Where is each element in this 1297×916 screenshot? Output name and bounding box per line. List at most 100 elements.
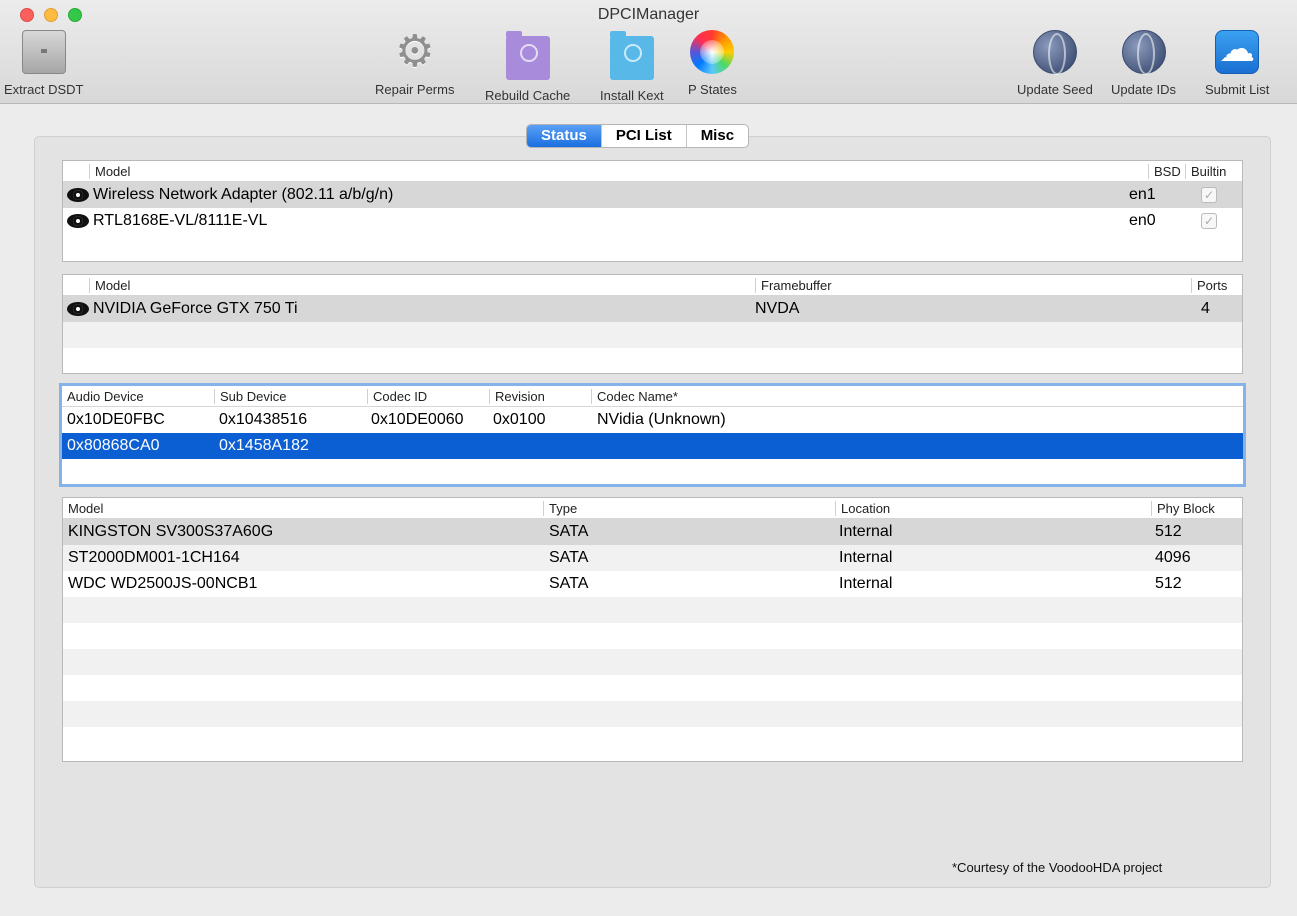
network-model: RTL8168E-VL/8111E-VL xyxy=(93,212,268,229)
disk-location: Internal xyxy=(839,523,893,540)
install-kext-label: Install Kext xyxy=(600,88,664,103)
table-row[interactable]: ST2000DM001-1CH164 SATA Internal 4096 xyxy=(63,545,1242,571)
update-ids-label: Update IDs xyxy=(1111,82,1177,97)
install-kext-button[interactable]: Install Kext xyxy=(600,30,664,103)
tab-pci-list[interactable]: PCI List xyxy=(602,125,687,147)
table-row-selected[interactable]: 0x80868CA0 0x1458A182 xyxy=(62,433,1243,459)
table-header: Model Type Location Phy Block xyxy=(63,498,1242,519)
column-header-type[interactable]: Type xyxy=(543,501,577,516)
network-table[interactable]: Model BSD Builtin Wireless Network Adapt… xyxy=(62,160,1243,262)
column-header-model[interactable]: Model xyxy=(89,164,130,179)
column-header-phy-block[interactable]: Phy Block xyxy=(1151,501,1215,516)
extract-dsdt-label: Extract DSDT xyxy=(4,82,84,97)
table-row[interactable]: 0x10DE0FBC 0x10438516 0x10DE0060 0x0100 … xyxy=(62,407,1243,433)
eye-icon[interactable] xyxy=(67,302,89,316)
cloud-icon xyxy=(1215,29,1260,74)
column-header-location[interactable]: Location xyxy=(835,501,890,516)
graphics-table[interactable]: Model Framebuffer Ports NVIDIA GeForce G… xyxy=(62,274,1243,374)
disk-model: WDC WD2500JS-00NCB1 xyxy=(68,575,258,592)
eye-icon[interactable] xyxy=(67,214,89,228)
table-row[interactable]: KINGSTON SV300S37A60G SATA Internal 512 xyxy=(63,519,1242,545)
window-toolbar: DPCIManager Extract DSDT ⚙ Repair Perms … xyxy=(0,0,1297,104)
column-header-builtin[interactable]: Builtin xyxy=(1185,164,1226,179)
mac-pro-icon xyxy=(21,30,66,74)
column-header-ports[interactable]: Ports xyxy=(1191,278,1227,293)
network-bsd: en1 xyxy=(1129,186,1156,203)
tab-status[interactable]: Status xyxy=(527,125,602,147)
empty-row xyxy=(63,649,1242,675)
color-wheel-icon xyxy=(690,30,735,74)
column-header-codec-id[interactable]: Codec ID xyxy=(367,389,427,404)
folder-icon xyxy=(505,31,550,80)
column-header-model[interactable]: Model xyxy=(63,501,103,516)
column-header-revision[interactable]: Revision xyxy=(489,389,545,404)
disk-model: KINGSTON SV300S37A60G xyxy=(68,523,274,540)
network-model: Wireless Network Adapter (802.11 a/b/g/n… xyxy=(93,186,394,203)
disk-location: Internal xyxy=(839,575,893,592)
audio-sub-device: 0x1458A182 xyxy=(219,437,309,454)
table-row[interactable]: NVIDIA GeForce GTX 750 Ti NVDA 4 xyxy=(63,296,1242,322)
empty-row xyxy=(63,675,1242,701)
table-header: Model BSD Builtin xyxy=(63,161,1242,182)
p-states-label: P States xyxy=(688,82,737,97)
empty-row xyxy=(63,322,1242,348)
empty-row xyxy=(63,623,1242,649)
table-row[interactable]: RTL8168E-VL/8111E-VL en0 ✓ xyxy=(63,208,1242,234)
column-header-codec-name[interactable]: Codec Name* xyxy=(591,389,678,404)
disk-type: SATA xyxy=(549,523,589,540)
update-seed-button[interactable]: Update Seed xyxy=(1017,30,1093,97)
p-states-button[interactable]: P States xyxy=(688,30,737,97)
disk-model: ST2000DM001-1CH164 xyxy=(68,549,240,566)
update-ids-button[interactable]: Update IDs xyxy=(1111,30,1176,97)
rebuild-cache-button[interactable]: Rebuild Cache xyxy=(485,30,570,103)
network-bsd: en0 xyxy=(1129,212,1156,229)
column-header-sub-device[interactable]: Sub Device xyxy=(214,389,286,404)
audio-codec-name: NVidia (Unknown) xyxy=(597,411,726,428)
column-header-framebuffer[interactable]: Framebuffer xyxy=(755,278,832,293)
voodoohda-credit: *Courtesy of the VoodooHDA project xyxy=(952,860,1163,875)
audio-sub-device: 0x10438516 xyxy=(219,411,308,428)
column-header-model[interactable]: Model xyxy=(89,278,130,293)
column-header-bsd[interactable]: BSD xyxy=(1148,164,1181,179)
view-tabs: Status PCI List Misc xyxy=(526,124,750,148)
folder-icon xyxy=(609,31,654,80)
builtin-checkbox[interactable]: ✓ xyxy=(1201,187,1217,203)
repair-perms-label: Repair Perms xyxy=(375,82,455,97)
audio-device: 0x10DE0FBC xyxy=(67,411,165,428)
eye-icon[interactable] xyxy=(67,188,89,202)
empty-row xyxy=(63,701,1242,727)
gear-icon: ⚙ xyxy=(395,27,435,76)
globe-icon xyxy=(1032,30,1077,75)
disk-location: Internal xyxy=(839,549,893,566)
tab-misc[interactable]: Misc xyxy=(687,125,748,147)
extract-dsdt-button[interactable]: Extract DSDT xyxy=(4,30,83,97)
empty-row xyxy=(63,727,1242,753)
table-header: Audio Device Sub Device Codec ID Revisio… xyxy=(62,386,1243,407)
repair-perms-button[interactable]: ⚙ Repair Perms xyxy=(375,27,455,98)
column-header-audio-device[interactable]: Audio Device xyxy=(62,389,144,404)
audio-revision: 0x0100 xyxy=(493,411,546,428)
gpu-model: NVIDIA GeForce GTX 750 Ti xyxy=(93,300,298,317)
empty-row xyxy=(63,597,1242,623)
audio-codec-id: 0x10DE0060 xyxy=(371,411,464,428)
builtin-checkbox[interactable]: ✓ xyxy=(1201,213,1217,229)
gpu-ports: 4 xyxy=(1201,300,1210,317)
disk-phy-block: 512 xyxy=(1155,523,1182,540)
submit-list-label: Submit List xyxy=(1205,82,1270,97)
update-seed-label: Update Seed xyxy=(1017,82,1093,97)
disk-phy-block: 4096 xyxy=(1155,549,1191,566)
storage-table[interactable]: Model Type Location Phy Block KINGSTON S… xyxy=(62,497,1243,762)
table-row[interactable]: Wireless Network Adapter (802.11 a/b/g/n… xyxy=(63,182,1242,208)
audio-device: 0x80868CA0 xyxy=(67,437,160,454)
audio-table[interactable]: Audio Device Sub Device Codec ID Revisio… xyxy=(59,383,1246,487)
rebuild-cache-label: Rebuild Cache xyxy=(485,88,571,103)
submit-list-button[interactable]: Submit List xyxy=(1205,29,1270,97)
disk-type: SATA xyxy=(549,549,589,566)
window-title: DPCIManager xyxy=(597,6,700,23)
table-row[interactable]: WDC WD2500JS-00NCB1 SATA Internal 512 xyxy=(63,571,1242,597)
disk-type: SATA xyxy=(549,575,589,592)
gpu-framebuffer: NVDA xyxy=(755,300,800,317)
disk-phy-block: 512 xyxy=(1155,575,1182,592)
table-header: Model Framebuffer Ports xyxy=(63,275,1242,296)
globe-icon xyxy=(1121,30,1166,75)
